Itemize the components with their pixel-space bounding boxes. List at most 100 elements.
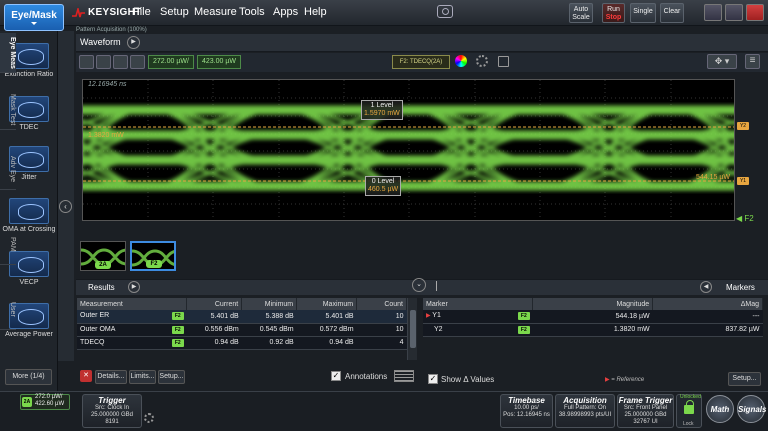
table-row[interactable]: ▶ Y1 F2 544.18 µW --- bbox=[423, 310, 763, 324]
results-setup-button[interactable]: Setup... bbox=[158, 370, 185, 384]
col-magnitude[interactable]: Magnitude bbox=[532, 298, 654, 310]
run-stop-button[interactable]: Run Stop bbox=[602, 3, 625, 23]
tab-adv-eye[interactable]: Adv Eye bbox=[0, 150, 16, 190]
markers-setup-button[interactable]: Setup... bbox=[728, 372, 761, 386]
maximum-value: 0.572 dBm bbox=[296, 323, 357, 337]
menu-file[interactable]: File bbox=[133, 6, 151, 18]
marker-y1-tag[interactable]: Y1 bbox=[737, 177, 749, 185]
clear-button[interactable]: Clear bbox=[660, 3, 684, 23]
collapse-tabs-button[interactable]: ‹ bbox=[59, 200, 72, 213]
col-delta-mag[interactable]: ΔMag bbox=[652, 298, 763, 310]
channel-values: 272.0 µW/ 422.60 µW bbox=[35, 394, 64, 408]
marker-y1-readout: 544.15 µW bbox=[696, 174, 730, 181]
col-count[interactable]: Count bbox=[356, 298, 407, 310]
pin-icon[interactable] bbox=[436, 281, 442, 291]
scrollbar-thumb[interactable] bbox=[410, 310, 416, 348]
count-value: 10 bbox=[356, 323, 407, 337]
col-minimum[interactable]: Minimum bbox=[241, 298, 298, 310]
acquisition-status[interactable]: Acquisition Full Pattern: On 38.98998993… bbox=[555, 394, 615, 428]
current-value: 5.401 dB bbox=[186, 310, 242, 324]
source-chip: F2 bbox=[171, 325, 184, 334]
frame-trigger-status[interactable]: Frame Trigger Src: Front Panel 25.000000… bbox=[617, 394, 674, 428]
table-row[interactable]: Outer ER F2 5.401 dB 5.388 dB 5.401 dB 10 bbox=[77, 310, 407, 324]
tab-waveform[interactable]: Waveform bbox=[80, 37, 121, 47]
table-row[interactable]: Outer OMA F2 0.556 dBm 0.545 dBm 0.572 dB… bbox=[77, 323, 407, 337]
hamburger-menu-icon[interactable]: ≡ bbox=[745, 54, 760, 69]
pattern-acquisition-status: Pattern Acquisition (100%) bbox=[76, 27, 147, 33]
gear-icon[interactable] bbox=[476, 55, 488, 67]
clear-measurements-icon[interactable]: ✕ bbox=[80, 370, 92, 382]
menu-tools[interactable]: Tools bbox=[239, 6, 265, 18]
lock-icon[interactable] bbox=[684, 400, 694, 414]
trigger-rate: 25.000000 GBd bbox=[90, 412, 134, 418]
screenshot-camera-icon[interactable] bbox=[437, 5, 453, 18]
layout-grid-icon[interactable] bbox=[130, 55, 145, 69]
restore-window-icon[interactable] bbox=[725, 4, 743, 21]
tab-pam[interactable]: PAM bbox=[0, 225, 16, 265]
layout-single-icon[interactable] bbox=[79, 55, 94, 69]
table-row[interactable]: TDECQ F2 0.94 dB 0.92 dB 0.94 dB 4 bbox=[77, 336, 407, 350]
signals-button[interactable]: Signals bbox=[737, 395, 766, 423]
auto-scale-button[interactable]: Auto Scale bbox=[569, 3, 593, 23]
math-button[interactable]: Math bbox=[706, 395, 734, 423]
table-row[interactable]: Y2 F2 1.3820 mW 837.82 µW bbox=[423, 323, 763, 337]
table-view-icon[interactable] bbox=[394, 370, 414, 382]
trigger-status[interactable]: Trigger Src: Clock In 25.000000 GBd 8191 bbox=[82, 394, 142, 428]
menu-help[interactable]: Help bbox=[304, 6, 327, 18]
mode-eye-mask-button[interactable]: Eye/Mask bbox=[4, 4, 64, 31]
thumbnail-channel-2a[interactable]: 2A bbox=[80, 241, 126, 271]
menu-apps[interactable]: Apps bbox=[273, 6, 298, 18]
col-measurement[interactable]: Measurement bbox=[77, 298, 188, 310]
channel-offset: 422.60 µW bbox=[35, 401, 65, 407]
col-marker[interactable]: Marker bbox=[423, 298, 534, 310]
tab-user[interactable]: User bbox=[0, 290, 16, 330]
single-button[interactable]: Single bbox=[630, 3, 656, 23]
thumbnail-function-f2[interactable]: F2 bbox=[130, 241, 176, 271]
move-pan-button[interactable]: ✥ ▾ bbox=[707, 54, 737, 69]
results-title[interactable]: Results bbox=[88, 283, 115, 292]
tab-mask-test[interactable]: Mask Test bbox=[0, 90, 16, 130]
collapse-results-button[interactable]: ⌄ bbox=[412, 278, 426, 292]
show-delta-checkbox[interactable]: ✓ bbox=[428, 374, 438, 384]
minimum-value: 0.92 dB bbox=[241, 336, 297, 350]
vertical-scale-field[interactable]: 272.00 µW/ bbox=[148, 55, 194, 69]
waveform-options-button[interactable]: ▶ bbox=[127, 36, 140, 49]
vertical-offset-field[interactable]: 423.00 µW bbox=[197, 55, 241, 69]
current-value: 0.94 dB bbox=[186, 336, 242, 350]
marker-name-cell: Y2 F2 bbox=[423, 323, 533, 337]
annotations-checkbox[interactable]: ✓ bbox=[331, 371, 341, 381]
results-scrollbar[interactable] bbox=[407, 298, 417, 360]
timebase-status[interactable]: Timebase 10.00 ps/ Pos: 12.16945 ns bbox=[500, 394, 553, 428]
col-maximum[interactable]: Maximum bbox=[296, 298, 358, 310]
col-current[interactable]: Current bbox=[186, 298, 243, 310]
close-window-icon[interactable] bbox=[746, 4, 764, 21]
save-icon[interactable] bbox=[498, 56, 509, 67]
limits-button[interactable]: Limits... bbox=[129, 370, 156, 384]
markers-title[interactable]: Markers bbox=[726, 283, 755, 292]
eye-diagram-graticule[interactable]: 1 Level 1.5970 mW 0 Level 460.5 µW bbox=[82, 79, 735, 221]
sidebar-item-label: VECP bbox=[19, 279, 39, 286]
channel-scale: 272.0 µW/ bbox=[35, 394, 63, 400]
color-grade-icon[interactable] bbox=[455, 55, 467, 67]
menu-setup[interactable]: Setup bbox=[160, 6, 189, 18]
function-f2-marker: ◀ F2 bbox=[736, 214, 754, 223]
minimize-window-icon[interactable] bbox=[704, 4, 722, 21]
more-button[interactable]: More (1/4) bbox=[5, 369, 52, 385]
tab-eye-meas[interactable]: Eye Meas bbox=[0, 33, 16, 73]
markers-collapse-button[interactable]: ◀ bbox=[700, 281, 712, 293]
auto-scale-line2: Scale bbox=[572, 14, 590, 21]
results-options-button[interactable]: ▶ bbox=[128, 281, 140, 293]
menu-measure[interactable]: Measure bbox=[194, 6, 237, 18]
marker-y2-tag[interactable]: Y2 bbox=[737, 122, 749, 130]
reference-text: = Reference bbox=[611, 377, 645, 383]
waveform-header bbox=[76, 34, 768, 52]
eye-diagram-plot bbox=[83, 80, 734, 220]
details-button[interactable]: Details... bbox=[95, 370, 127, 384]
layout-split-icon[interactable] bbox=[96, 55, 111, 69]
reference-legend: ▶ = Reference bbox=[605, 376, 644, 383]
source-function-badge[interactable]: F2: TDECQ(2A) bbox=[392, 55, 450, 69]
measurements-table: Measurement Current Minimum Maximum Coun… bbox=[77, 298, 407, 350]
layout-quad-icon[interactable] bbox=[113, 55, 128, 69]
zero-level-annotation: 0 Level 460.5 µW bbox=[365, 176, 402, 196]
trigger-gear-icon[interactable] bbox=[144, 413, 154, 423]
